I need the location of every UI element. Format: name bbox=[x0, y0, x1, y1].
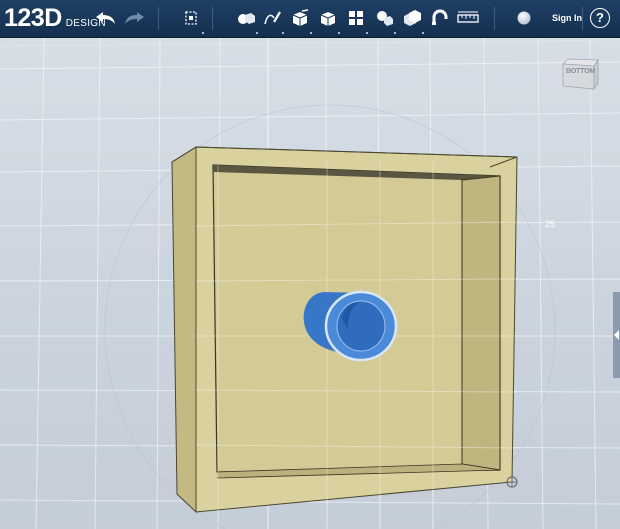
dropdown-dot bbox=[310, 32, 312, 34]
app-logo[interactable]: 123D DESIGN bbox=[4, 4, 106, 32]
dropdown-dot bbox=[282, 32, 284, 34]
snap-button[interactable] bbox=[428, 6, 452, 30]
3d-viewport[interactable]: BOTTOM 25 bbox=[0, 38, 620, 529]
sketch-button[interactable] bbox=[260, 6, 284, 34]
toolbar-separator bbox=[582, 7, 583, 30]
side-panel-toggle[interactable] bbox=[613, 292, 620, 378]
construct-icon bbox=[292, 9, 309, 26]
3d-scene[interactable] bbox=[0, 38, 620, 529]
measure-button[interactable] bbox=[456, 6, 480, 30]
dimension-label: 25 bbox=[545, 219, 556, 229]
dropdown-dot bbox=[394, 32, 396, 34]
redo-arrow-icon bbox=[125, 12, 144, 24]
help-button[interactable]: ? bbox=[590, 8, 610, 28]
toolbar-separator bbox=[212, 7, 213, 30]
dropdown-dot bbox=[256, 32, 258, 34]
toolbar-separator bbox=[494, 7, 495, 30]
redo-button[interactable] bbox=[122, 6, 146, 30]
primitives-icon bbox=[238, 13, 255, 24]
pattern-icon bbox=[349, 11, 363, 25]
modify-icon bbox=[320, 12, 336, 26]
view-cube[interactable]: BOTTOM bbox=[560, 58, 600, 91]
transform-icon bbox=[185, 11, 197, 25]
logo-main-text: 123D bbox=[4, 4, 62, 32]
pattern-button[interactable] bbox=[344, 6, 368, 34]
primitives-button[interactable] bbox=[234, 6, 258, 34]
dropdown-dot bbox=[422, 32, 424, 34]
combine-button[interactable] bbox=[400, 6, 424, 34]
grouping-icon bbox=[377, 11, 393, 26]
dropdown-dot bbox=[366, 32, 368, 34]
grouping-button[interactable] bbox=[372, 6, 396, 34]
transform-button[interactable] bbox=[180, 6, 204, 34]
dropdown-dot bbox=[338, 32, 340, 34]
dropdown-dot bbox=[202, 32, 204, 34]
undo-arrow-icon bbox=[96, 12, 115, 24]
view-cube-face-label: BOTTOM bbox=[566, 68, 596, 75]
material-icon bbox=[517, 11, 531, 25]
material-button[interactable] bbox=[512, 6, 536, 30]
snap-icon bbox=[432, 9, 448, 25]
main-toolbar: 123D DESIGN Sign In ? bbox=[0, 0, 620, 38]
sketch-icon bbox=[264, 11, 281, 25]
measure-icon bbox=[457, 11, 479, 23]
toolbar-separator bbox=[158, 7, 159, 30]
undo-button[interactable] bbox=[94, 6, 118, 30]
sign-in-link[interactable]: Sign In bbox=[552, 13, 582, 23]
combine-icon bbox=[404, 10, 421, 26]
modify-button[interactable] bbox=[316, 6, 340, 34]
construct-button[interactable] bbox=[288, 6, 312, 34]
